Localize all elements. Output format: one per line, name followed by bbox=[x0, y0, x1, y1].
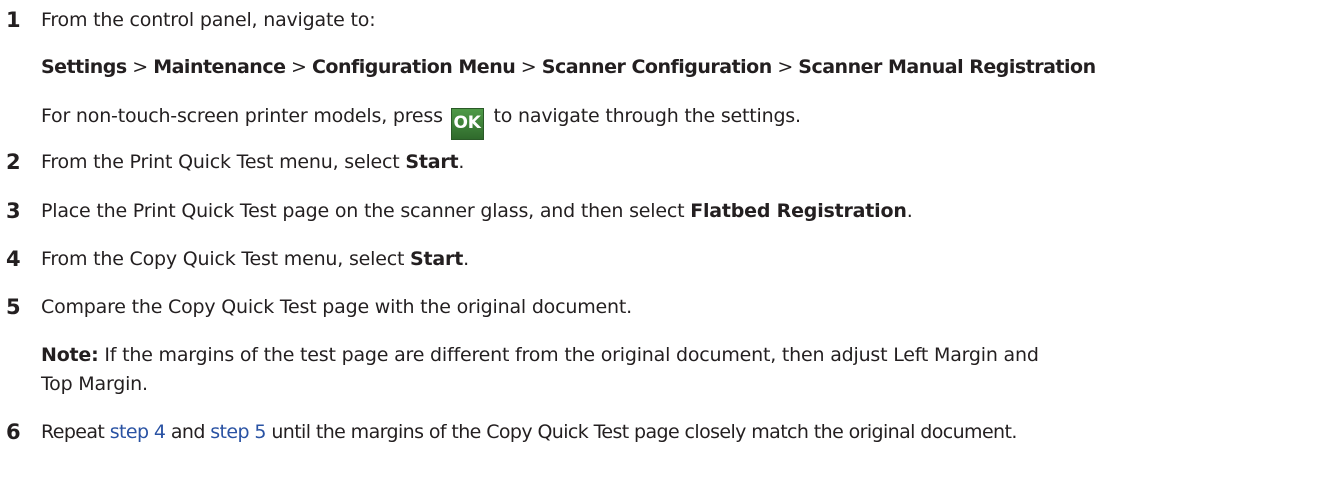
breadcrumb-item-maintenance: Maintenance bbox=[153, 56, 286, 78]
step-3-text-after: . bbox=[906, 200, 913, 222]
step-4-text-before: From the Copy Quick Test menu, select bbox=[41, 248, 405, 270]
breadcrumb-separator: > bbox=[291, 56, 307, 78]
note-label: Note: bbox=[41, 344, 99, 366]
step-6-text: Repeat step 4 and step 5 until the margi… bbox=[41, 420, 1017, 444]
step-4-text: From the Copy Quick Test menu, select St… bbox=[41, 247, 469, 271]
step-2-text-after: . bbox=[458, 151, 465, 173]
note-text: If the margins of the test page are diff… bbox=[104, 344, 1039, 366]
step-5-note-line-2: Top Margin. bbox=[41, 373, 148, 395]
step-2-bold: Start bbox=[405, 151, 459, 173]
step-4-link[interactable]: step 4 bbox=[110, 421, 166, 443]
step-number: 4 bbox=[6, 247, 21, 271]
step-number: 3 bbox=[6, 199, 21, 223]
step-number: 6 bbox=[6, 420, 21, 444]
breadcrumb-item-scanner-manual-registration: Scanner Manual Registration bbox=[798, 56, 1096, 78]
breadcrumb-separator: > bbox=[520, 56, 537, 78]
step-5-text: Compare the Copy Quick Test page with th… bbox=[41, 296, 632, 318]
step-3-text: Place the Print Quick Test page on the s… bbox=[41, 199, 913, 223]
step-4-text-after: . bbox=[463, 248, 469, 270]
breadcrumb-separator: > bbox=[777, 56, 793, 78]
breadcrumb: Settings > Maintenance > Configuration M… bbox=[41, 55, 1096, 79]
step-number: 1 bbox=[6, 8, 21, 32]
step-1-note-before: For non-touch-screen printer models, pre… bbox=[41, 105, 443, 127]
step-5-link[interactable]: step 5 bbox=[210, 421, 266, 443]
step-6-text-after: until the margins of the Copy Quick Test… bbox=[271, 421, 1017, 443]
step-6-text-before: Repeat bbox=[41, 421, 105, 443]
step-6-text-middle: and bbox=[170, 421, 206, 443]
step-number: 2 bbox=[6, 150, 21, 174]
step-text: From the control panel, navigate to: bbox=[41, 8, 376, 32]
instruction-document: 1 From the control panel, navigate to: S… bbox=[0, 0, 1343, 495]
step-4-bold: Start bbox=[410, 248, 464, 270]
step-1-note: For non-touch-screen printer models, pre… bbox=[41, 104, 801, 140]
breadcrumb-item-configuration-menu: Configuration Menu bbox=[311, 56, 516, 78]
step-1-intro: From the control panel, navigate to: bbox=[41, 9, 376, 31]
step-number: 5 bbox=[6, 295, 21, 319]
step-5-note-line-1: Note: If the margins of the test page ar… bbox=[41, 343, 1039, 367]
breadcrumb-item-scanner-configuration: Scanner Configuration bbox=[541, 56, 773, 78]
ok-button-icon: OK bbox=[450, 108, 484, 140]
step-3-bold: Flatbed Registration bbox=[690, 200, 907, 222]
step-3-text-before: Place the Print Quick Test page on the s… bbox=[41, 200, 685, 222]
breadcrumb-separator: > bbox=[132, 56, 148, 78]
step-2-text: From the Print Quick Test menu, select S… bbox=[41, 150, 464, 174]
step-2-text-before: From the Print Quick Test menu, select bbox=[41, 151, 400, 173]
breadcrumb-item-settings: Settings bbox=[41, 56, 127, 78]
step-1-note-after: to navigate through the settings. bbox=[493, 105, 802, 127]
